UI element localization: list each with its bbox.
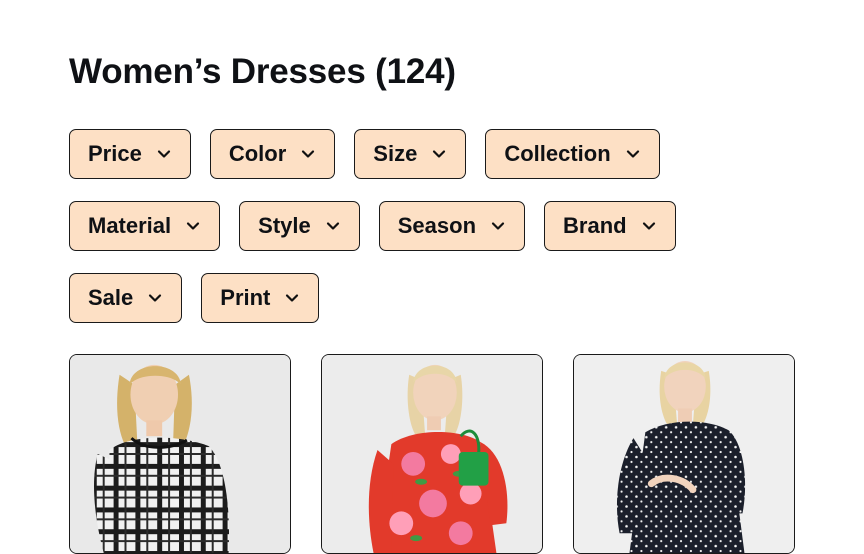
filter-row: Price Color Size Collection <box>69 129 660 179</box>
filter-size-dropdown[interactable]: Size <box>354 129 467 179</box>
filter-style-dropdown[interactable]: Style <box>239 201 360 251</box>
filter-label: Print <box>220 285 271 310</box>
filter-label: Color <box>228 141 287 166</box>
product-card[interactable] <box>69 354 291 554</box>
chevron-down-icon <box>185 218 201 234</box>
chevron-down-icon <box>641 218 657 234</box>
product-image <box>574 355 794 553</box>
chevron-down-icon <box>490 218 506 234</box>
product-image <box>322 355 542 553</box>
chevron-down-icon <box>325 218 341 234</box>
filter-material-dropdown[interactable]: Material <box>69 201 221 251</box>
filter-color-dropdown[interactable]: Color <box>209 129 336 179</box>
filter-label: Price <box>88 141 142 166</box>
page-title: Women’s Dresses (124) <box>69 52 456 91</box>
product-grid <box>69 354 795 554</box>
filter-collection-dropdown[interactable]: Collection <box>485 129 660 179</box>
filter-label: Season <box>397 213 477 238</box>
chevron-down-icon <box>625 146 641 162</box>
filter-label: Collection <box>504 141 611 166</box>
filter-row: Sale Print <box>69 273 320 323</box>
chevron-down-icon <box>431 146 447 162</box>
filter-label: Material <box>88 213 172 238</box>
filter-label: Style <box>258 213 311 238</box>
filter-label: Brand <box>563 213 627 238</box>
filter-sale-dropdown[interactable]: Sale <box>69 273 183 323</box>
filter-print-dropdown[interactable]: Print <box>201 273 320 323</box>
chevron-down-icon <box>300 146 316 162</box>
filter-label: Size <box>373 141 418 166</box>
filter-brand-dropdown[interactable]: Brand <box>544 201 676 251</box>
chevron-down-icon <box>156 146 172 162</box>
product-card[interactable] <box>573 354 795 554</box>
filter-label: Sale <box>88 285 134 310</box>
product-card[interactable] <box>321 354 543 554</box>
filter-price-dropdown[interactable]: Price <box>69 129 191 179</box>
product-image <box>70 355 290 553</box>
filter-season-dropdown[interactable]: Season <box>378 201 526 251</box>
chevron-down-icon <box>284 290 300 306</box>
chevron-down-icon <box>147 290 163 306</box>
filter-row: Material Style Season Brand <box>69 201 676 251</box>
